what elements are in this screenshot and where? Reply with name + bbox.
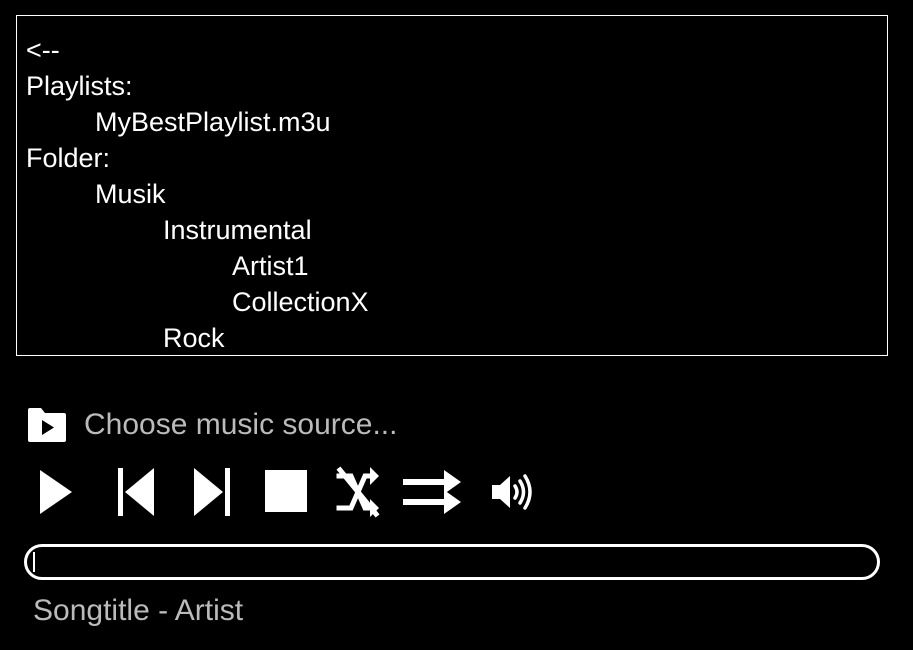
source-label: Choose music source... [84, 408, 398, 441]
back-item[interactable]: <-- [26, 32, 887, 68]
now-playing-label: Songtitle - Artist [33, 594, 244, 627]
folder-play-icon [26, 406, 68, 444]
next-icon[interactable] [192, 464, 234, 520]
folder-item-rock[interactable]: Rock [26, 320, 887, 355]
choose-source-button[interactable]: Choose music source... [26, 403, 397, 447]
folder-item-musik[interactable]: Musik [26, 176, 887, 212]
song-progress-bar[interactable] [24, 544, 880, 580]
folder-header: Folder: [26, 143, 111, 173]
previous-icon[interactable] [116, 464, 156, 520]
repeat-icon[interactable] [402, 464, 464, 520]
play-icon[interactable] [36, 464, 76, 520]
volume-icon[interactable] [490, 464, 536, 520]
folder-item-artist1[interactable]: Artist1 [26, 248, 887, 284]
playlist-item[interactable]: MyBestPlaylist.m3u [26, 104, 887, 140]
folder-item-collectionx[interactable]: CollectionX [26, 284, 887, 320]
song-progress-fill [33, 552, 35, 572]
shuffle-off-icon[interactable] [336, 464, 380, 520]
music-browser-panel: <-- Playlists: MyBestPlaylist.m3u Folder… [16, 15, 888, 356]
playlists-header: Playlists: [26, 71, 133, 101]
folder-item-instrumental[interactable]: Instrumental [26, 212, 887, 248]
stop-icon[interactable] [264, 464, 310, 520]
